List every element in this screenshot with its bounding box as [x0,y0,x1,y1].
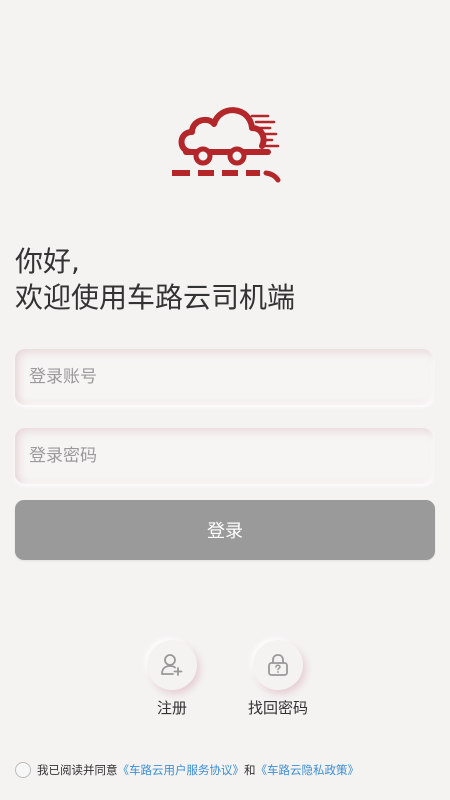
greeting-line2: 欢迎使用车路云司机端 [15,281,296,314]
cloud-car-logo [172,107,281,183]
login-button[interactable]: 登录 [15,500,435,560]
agreement-prefix: 我已阅读并同意 [37,763,118,777]
register-action[interactable]: 注册 [122,640,222,718]
user-add-icon [161,654,183,676]
account-input[interactable] [29,349,419,405]
register-label[interactable]: 注册 [157,697,187,718]
register-button[interactable] [147,640,197,690]
agreement-conjunction: 和 [244,763,256,777]
greeting-heading: 你好, 欢迎使用车路云司机端 [15,244,295,316]
find-password-label[interactable]: 找回密码 [248,697,308,718]
agreement-row: 我已阅读并同意 《车路云用户服务协议》 和 《车路云隐私政策》 [15,760,359,780]
lock-question-icon [268,654,288,676]
greeting-line1: 你好, [15,245,80,278]
find-password-action[interactable]: 找回密码 [228,640,328,718]
agreement-checkbox[interactable] [15,762,31,778]
password-field[interactable] [15,428,433,484]
account-field[interactable] [15,349,433,405]
user-agreement-link[interactable]: 《车路云用户服务协议》 [118,762,245,778]
find-password-button[interactable] [253,640,303,690]
password-input[interactable] [29,428,419,484]
privacy-policy-link[interactable]: 《车路云隐私政策》 [256,762,360,778]
